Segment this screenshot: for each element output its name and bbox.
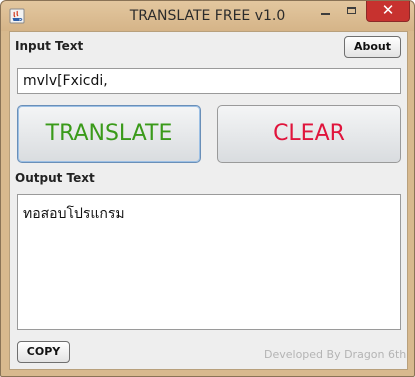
title-bar[interactable]: TRANSLATE FREE v1.0 ✕ [1,1,414,31]
input-text-field[interactable] [17,68,401,94]
input-text-label: Input Text [15,39,84,53]
copy-button[interactable]: COPY [17,341,70,363]
minimize-button[interactable] [314,1,336,22]
close-button[interactable]: ✕ [366,1,410,22]
translate-button[interactable]: TRANSLATE [17,105,201,163]
maximize-button[interactable] [341,1,363,22]
output-text-area[interactable]: ทอสอบโปรแกรม [17,194,401,330]
output-text-label: Output Text [15,171,95,185]
clear-button[interactable]: CLEAR [217,105,401,163]
about-button[interactable]: About [344,36,401,58]
main-panel: Input Text About TRANSLATE CLEAR Output … [9,31,408,370]
developer-credit: Developed By Dragon 6th [264,348,407,361]
app-window: TRANSLATE FREE v1.0 ✕ Input Text About T… [0,0,415,377]
